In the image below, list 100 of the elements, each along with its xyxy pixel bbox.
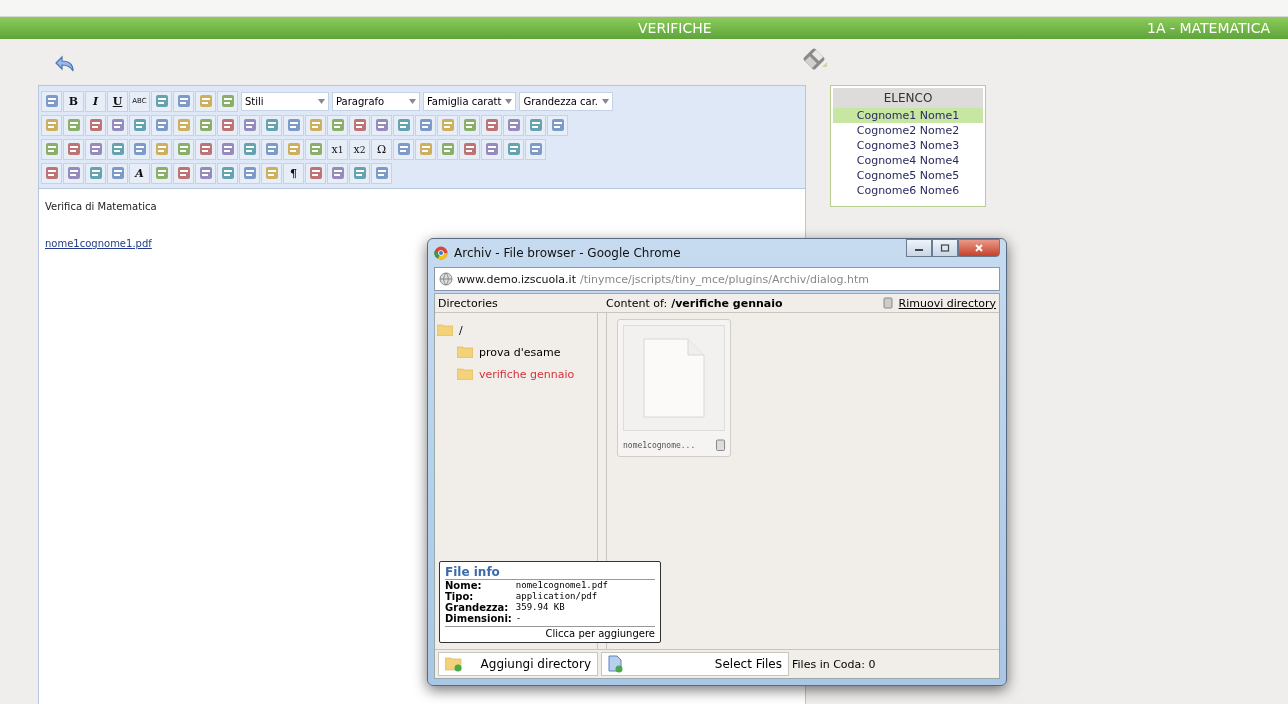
toolbar-button[interactable] [459, 114, 480, 136]
format-button[interactable]: I [85, 90, 106, 112]
toolbar-button[interactable] [525, 114, 546, 136]
format-dropdown[interactable]: Paragrafo [332, 91, 420, 111]
student-list-item[interactable]: Cognome3 Nome3 [833, 138, 983, 153]
student-list-item[interactable]: Cognome6 Nome6 [833, 183, 983, 198]
toolbar-button[interactable] [371, 114, 392, 136]
toolbar-button[interactable] [261, 114, 282, 136]
info-label: Dimensioni: [445, 613, 512, 624]
toolbar-button[interactable] [173, 138, 194, 160]
toolbar-button[interactable] [349, 162, 370, 184]
toolbar-button[interactable] [41, 138, 62, 160]
toolbar-button[interactable] [173, 90, 194, 112]
toolbar-button[interactable] [151, 90, 172, 112]
trash-icon[interactable] [716, 439, 725, 451]
student-list-item[interactable]: Cognome5 Nome5 [833, 168, 983, 183]
minimize-button[interactable] [906, 239, 932, 257]
toolbar-button[interactable] [437, 138, 458, 160]
toolbar-button[interactable] [525, 138, 546, 160]
toolbar-button[interactable] [217, 114, 238, 136]
toolbar-button[interactable] [283, 138, 304, 160]
format-dropdown[interactable]: Stili [241, 91, 329, 111]
format-button[interactable]: U [107, 90, 128, 112]
toolbar-button[interactable] [41, 90, 62, 112]
toolbar-button[interactable] [261, 162, 282, 184]
format-icon [109, 165, 126, 181]
format-button[interactable]: ¶ [283, 162, 304, 184]
toolbar-button[interactable] [129, 138, 150, 160]
address-bar[interactable]: www.demo.izscuola.it /tinymce/jscripts/tiny_mce/plugins/Archiv/dialog.htm [434, 267, 1000, 291]
add-directory-button[interactable]: Aggiungi directory [438, 652, 598, 676]
back-arrow-icon[interactable] [54, 55, 76, 73]
toolbar-button[interactable] [503, 114, 524, 136]
toolbar-button[interactable] [41, 114, 62, 136]
format-icon [373, 165, 390, 181]
toolbar-button[interactable] [239, 162, 260, 184]
format-dropdown[interactable]: Grandezza car. [519, 91, 614, 111]
remove-directory-link[interactable]: Rimuovi directory [898, 296, 996, 310]
student-list-item[interactable]: Cognome4 Nome4 [833, 153, 983, 168]
toolbar-button[interactable] [129, 114, 150, 136]
toolbar-button[interactable] [547, 114, 568, 136]
student-list-item[interactable]: Cognome2 Nome2 [833, 123, 983, 138]
toolbar-button[interactable] [239, 114, 260, 136]
toolbar-button[interactable] [415, 114, 436, 136]
toolbar-button[interactable] [151, 138, 172, 160]
tree-item[interactable]: verifiche gennaio [479, 367, 575, 381]
file-thumbnail-card[interactable]: nome1cognome... [617, 319, 731, 457]
file-link[interactable]: nome1cognome1.pdf [45, 238, 152, 249]
format-button[interactable]: B [63, 90, 84, 112]
toolbar-button[interactable] [217, 90, 238, 112]
toolbar-button[interactable] [63, 162, 84, 184]
toolbar-button[interactable] [151, 162, 172, 184]
toolbar-button[interactable] [481, 138, 502, 160]
toolbar-button[interactable] [503, 138, 524, 160]
toolbar-button[interactable] [437, 114, 458, 136]
toolbar-button[interactable] [393, 114, 414, 136]
toolbar-button[interactable] [63, 138, 84, 160]
toolbar-button[interactable] [371, 162, 392, 184]
toolbar-button[interactable] [107, 114, 128, 136]
toolbar-button[interactable] [305, 138, 326, 160]
toolbar-button[interactable] [481, 114, 502, 136]
toolbar-button[interactable] [195, 90, 216, 112]
toolbar-button[interactable] [217, 138, 238, 160]
format-button[interactable]: A [129, 162, 150, 184]
format-icon [351, 165, 368, 181]
tree-item[interactable]: / [459, 323, 463, 337]
toolbar-button[interactable] [151, 114, 172, 136]
toolbar-button[interactable] [261, 138, 282, 160]
format-icon [43, 165, 60, 181]
tree-item[interactable]: prova d'esame [479, 345, 561, 359]
toolbar-button[interactable] [393, 138, 414, 160]
toolbar-button[interactable] [173, 162, 194, 184]
toolbar-button[interactable] [327, 162, 348, 184]
toolbar-button[interactable] [349, 114, 370, 136]
toolbar-button[interactable] [107, 138, 128, 160]
toolbar-button[interactable] [305, 162, 326, 184]
toolbar-button[interactable] [327, 114, 348, 136]
toolbar-button[interactable] [41, 162, 62, 184]
toolbar-button[interactable] [195, 114, 216, 136]
toolbar-button[interactable] [305, 114, 326, 136]
folder-icon [457, 368, 473, 380]
toolbar-button[interactable] [85, 138, 106, 160]
toolbar-button[interactable] [239, 138, 260, 160]
format-button[interactable]: Ω [371, 138, 392, 160]
toolbar-button[interactable] [63, 114, 84, 136]
toolbar-button[interactable] [283, 114, 304, 136]
select-files-button[interactable]: Select Files [601, 652, 789, 676]
maximize-button[interactable] [932, 239, 958, 257]
toolbar-button[interactable] [415, 138, 436, 160]
toolbar-button[interactable] [195, 138, 216, 160]
toolbar-button[interactable] [217, 162, 238, 184]
toolbar-button[interactable] [107, 162, 128, 184]
toolbar-button[interactable] [85, 114, 106, 136]
toolbar-button[interactable] [173, 114, 194, 136]
toolbar-button[interactable] [85, 162, 106, 184]
close-button[interactable] [958, 239, 1000, 257]
folder-add-icon [445, 656, 463, 672]
format-dropdown[interactable]: Famiglia caratt [423, 91, 517, 111]
toolbar-button[interactable] [459, 138, 480, 160]
student-list-item[interactable]: Cognome1 Nome1 [833, 108, 983, 123]
toolbar-button[interactable] [195, 162, 216, 184]
